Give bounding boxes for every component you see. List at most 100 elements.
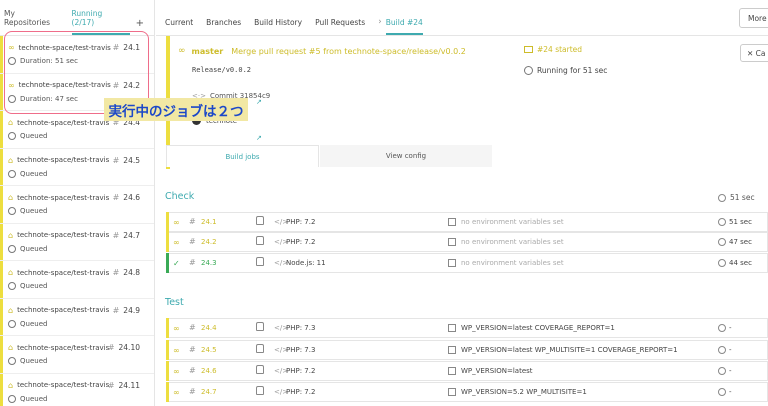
- queued-icon: ⌂: [8, 193, 14, 202]
- job-list-item[interactable]: ⌂ technote-space/test-travis #24.5 Queued: [0, 148, 154, 186]
- status-bar: [0, 336, 3, 373]
- queued-icon: ⌂: [8, 380, 14, 390]
- cancel-build-button[interactable]: ✕ Ca: [740, 44, 768, 62]
- clock-icon: [718, 238, 726, 246]
- job-row[interactable]: ∞ #24.4 </> PHP: 7.3 WP_VERSION=latest COVER…: [166, 318, 768, 338]
- tab-branches[interactable]: Branches: [206, 18, 241, 35]
- job-env: no environment variables set: [461, 238, 564, 246]
- job-row[interactable]: ∞ #24.1 </> PHP: 7.2 no environment variable…: [166, 212, 768, 232]
- job-list-item[interactable]: ⌂ technote-space/test-travis #24.6 Queued: [0, 186, 154, 224]
- env-icon: [448, 346, 456, 354]
- job-row[interactable]: ∞ #24.2 </> PHP: 7.2 no environment variable…: [166, 232, 768, 252]
- tab-current[interactable]: Current: [165, 18, 193, 35]
- job-sub: Queued: [8, 357, 47, 365]
- hash-icon: #: [189, 323, 196, 332]
- hash-icon: #: [112, 155, 120, 165]
- job-sub-text: Queued: [20, 207, 48, 215]
- job-row[interactable]: ∞ #24.7 </> PHP: 7.2 WP_VERSION=5.2 WP_MULTI…: [166, 382, 768, 402]
- clock-icon: [8, 319, 16, 328]
- clock-icon: [8, 169, 16, 178]
- queued-icon: ⌂: [8, 230, 14, 240]
- job-number[interactable]: 24.4: [201, 324, 217, 332]
- status-bar: [0, 73, 3, 110]
- job-env: no environment variables set: [461, 218, 564, 226]
- job-number[interactable]: 24.5: [201, 346, 217, 354]
- job-sub: Queued: [8, 169, 47, 178]
- clock-icon: [718, 259, 726, 267]
- annotation-label: 実行中のジョブは２つ: [104, 98, 248, 121]
- job-number: #24.8: [113, 268, 140, 277]
- tab-build[interactable]: Build #24: [385, 18, 423, 35]
- clock-icon: [718, 218, 726, 226]
- job-number-text: 24.6: [123, 193, 140, 202]
- clock-icon: [718, 346, 726, 354]
- tab-build-jobs[interactable]: Build jobs: [166, 145, 319, 167]
- job-number: #24.7: [113, 231, 140, 240]
- job-sub: Queued: [8, 207, 47, 215]
- job-repo-name: technote-space/test-travis: [17, 193, 110, 202]
- running-icon: ∞: [173, 238, 180, 247]
- job-sub: Queued: [8, 319, 48, 328]
- job-number[interactable]: 24.2: [201, 238, 217, 246]
- job-row[interactable]: ∞ #24.6 </> PHP: 7.2 WP_VERSION=latest -: [166, 361, 768, 381]
- job-repo: ⌂ technote-space/test-travis: [8, 381, 109, 390]
- job-number: #24.6: [113, 193, 140, 202]
- clock-icon: [8, 244, 16, 253]
- commit-message: Merge pull request #5 from technote-spac…: [231, 46, 466, 56]
- job-duration: -: [729, 346, 732, 354]
- hash-icon: #: [112, 193, 120, 202]
- status-bar: [166, 232, 169, 252]
- job-sub-text: Queued: [20, 319, 48, 328]
- section-title: Check: [165, 191, 195, 202]
- queued-icon: ⌂: [8, 268, 14, 277]
- hash-icon: #: [112, 268, 120, 277]
- chevron-right-icon: ›: [378, 17, 382, 27]
- tab-view-config[interactable]: View config: [320, 145, 492, 167]
- external-link-icon[interactable]: ↗: [256, 98, 262, 106]
- hash-icon: #: [107, 380, 115, 390]
- clock-icon: [524, 66, 533, 75]
- job-repo-name: technote-space/test-travis: [17, 381, 110, 389]
- job-sub: Queued: [8, 244, 47, 253]
- job-list-item[interactable]: ⌂ technote-space/test-travis #24.7 Queued: [0, 223, 154, 261]
- job-number[interactable]: 24.1: [201, 218, 217, 226]
- job-number[interactable]: 24.7: [201, 388, 217, 396]
- clock-icon: [8, 207, 16, 215]
- job-repo: ⌂ technote-space/test-travis: [8, 156, 109, 165]
- hash-icon: #: [112, 305, 120, 315]
- job-list-item[interactable]: ⌂ technote-space/test-travis #24.10 Queued: [0, 336, 154, 374]
- more-options-button[interactable]: More o: [739, 8, 768, 28]
- section-duration-text: 51 sec: [730, 193, 755, 202]
- repo-nav: Current Branches Build History Pull Requ…: [156, 0, 768, 36]
- job-list-item[interactable]: ⌂ technote-space/test-travis #24.8 Queued: [0, 261, 154, 299]
- queued-icon: ∞: [173, 324, 180, 333]
- status-bar: [0, 36, 3, 73]
- job-row[interactable]: ∞ #24.5 </> PHP: 7.3 WP_VERSION=latest WP_MU…: [166, 340, 768, 360]
- job-repo-name: technote-space/test-travis: [17, 343, 110, 352]
- external-link-icon[interactable]: ↗: [256, 134, 262, 142]
- build-icon: [524, 46, 533, 53]
- section-duration: 51 sec: [718, 193, 755, 202]
- env-icon: [448, 218, 456, 226]
- job-row[interactable]: ✓ #24.3 </> Node.js: 11 no environment varia…: [166, 253, 768, 273]
- job-number[interactable]: 24.3: [201, 259, 217, 267]
- tab-pull-requests[interactable]: Pull Requests: [315, 18, 365, 35]
- job-duration: -: [729, 367, 732, 375]
- hash-icon: #: [189, 387, 196, 396]
- job-list-item[interactable]: ⌂ technote-space/test-travis #24.11 Queued: [0, 373, 154, 406]
- job-list-item[interactable]: ⌂ technote-space/test-travis #24.9 Queued: [0, 298, 154, 336]
- job-repo-name: technote-space/test-travis: [17, 156, 110, 164]
- branch-name[interactable]: master: [192, 47, 224, 56]
- job-sub: Queued: [8, 132, 47, 140]
- tab-build-history[interactable]: Build History: [254, 18, 302, 35]
- job-repo: ⌂ technote-space/test-travis: [8, 231, 109, 240]
- job-number[interactable]: 24.6: [201, 367, 217, 375]
- status-bar: [0, 261, 3, 298]
- job-sub-text: Queued: [20, 357, 48, 365]
- hash-icon: #: [189, 258, 196, 267]
- job-repo: ⌂ technote-space/test-travis: [8, 193, 109, 202]
- section-title: Test: [165, 297, 184, 308]
- status-bar: [0, 223, 3, 260]
- job-env: WP_VERSION=latest WP_MULTISITE=1 COVERAG…: [461, 346, 678, 354]
- job-language: PHP: 7.2: [286, 388, 316, 396]
